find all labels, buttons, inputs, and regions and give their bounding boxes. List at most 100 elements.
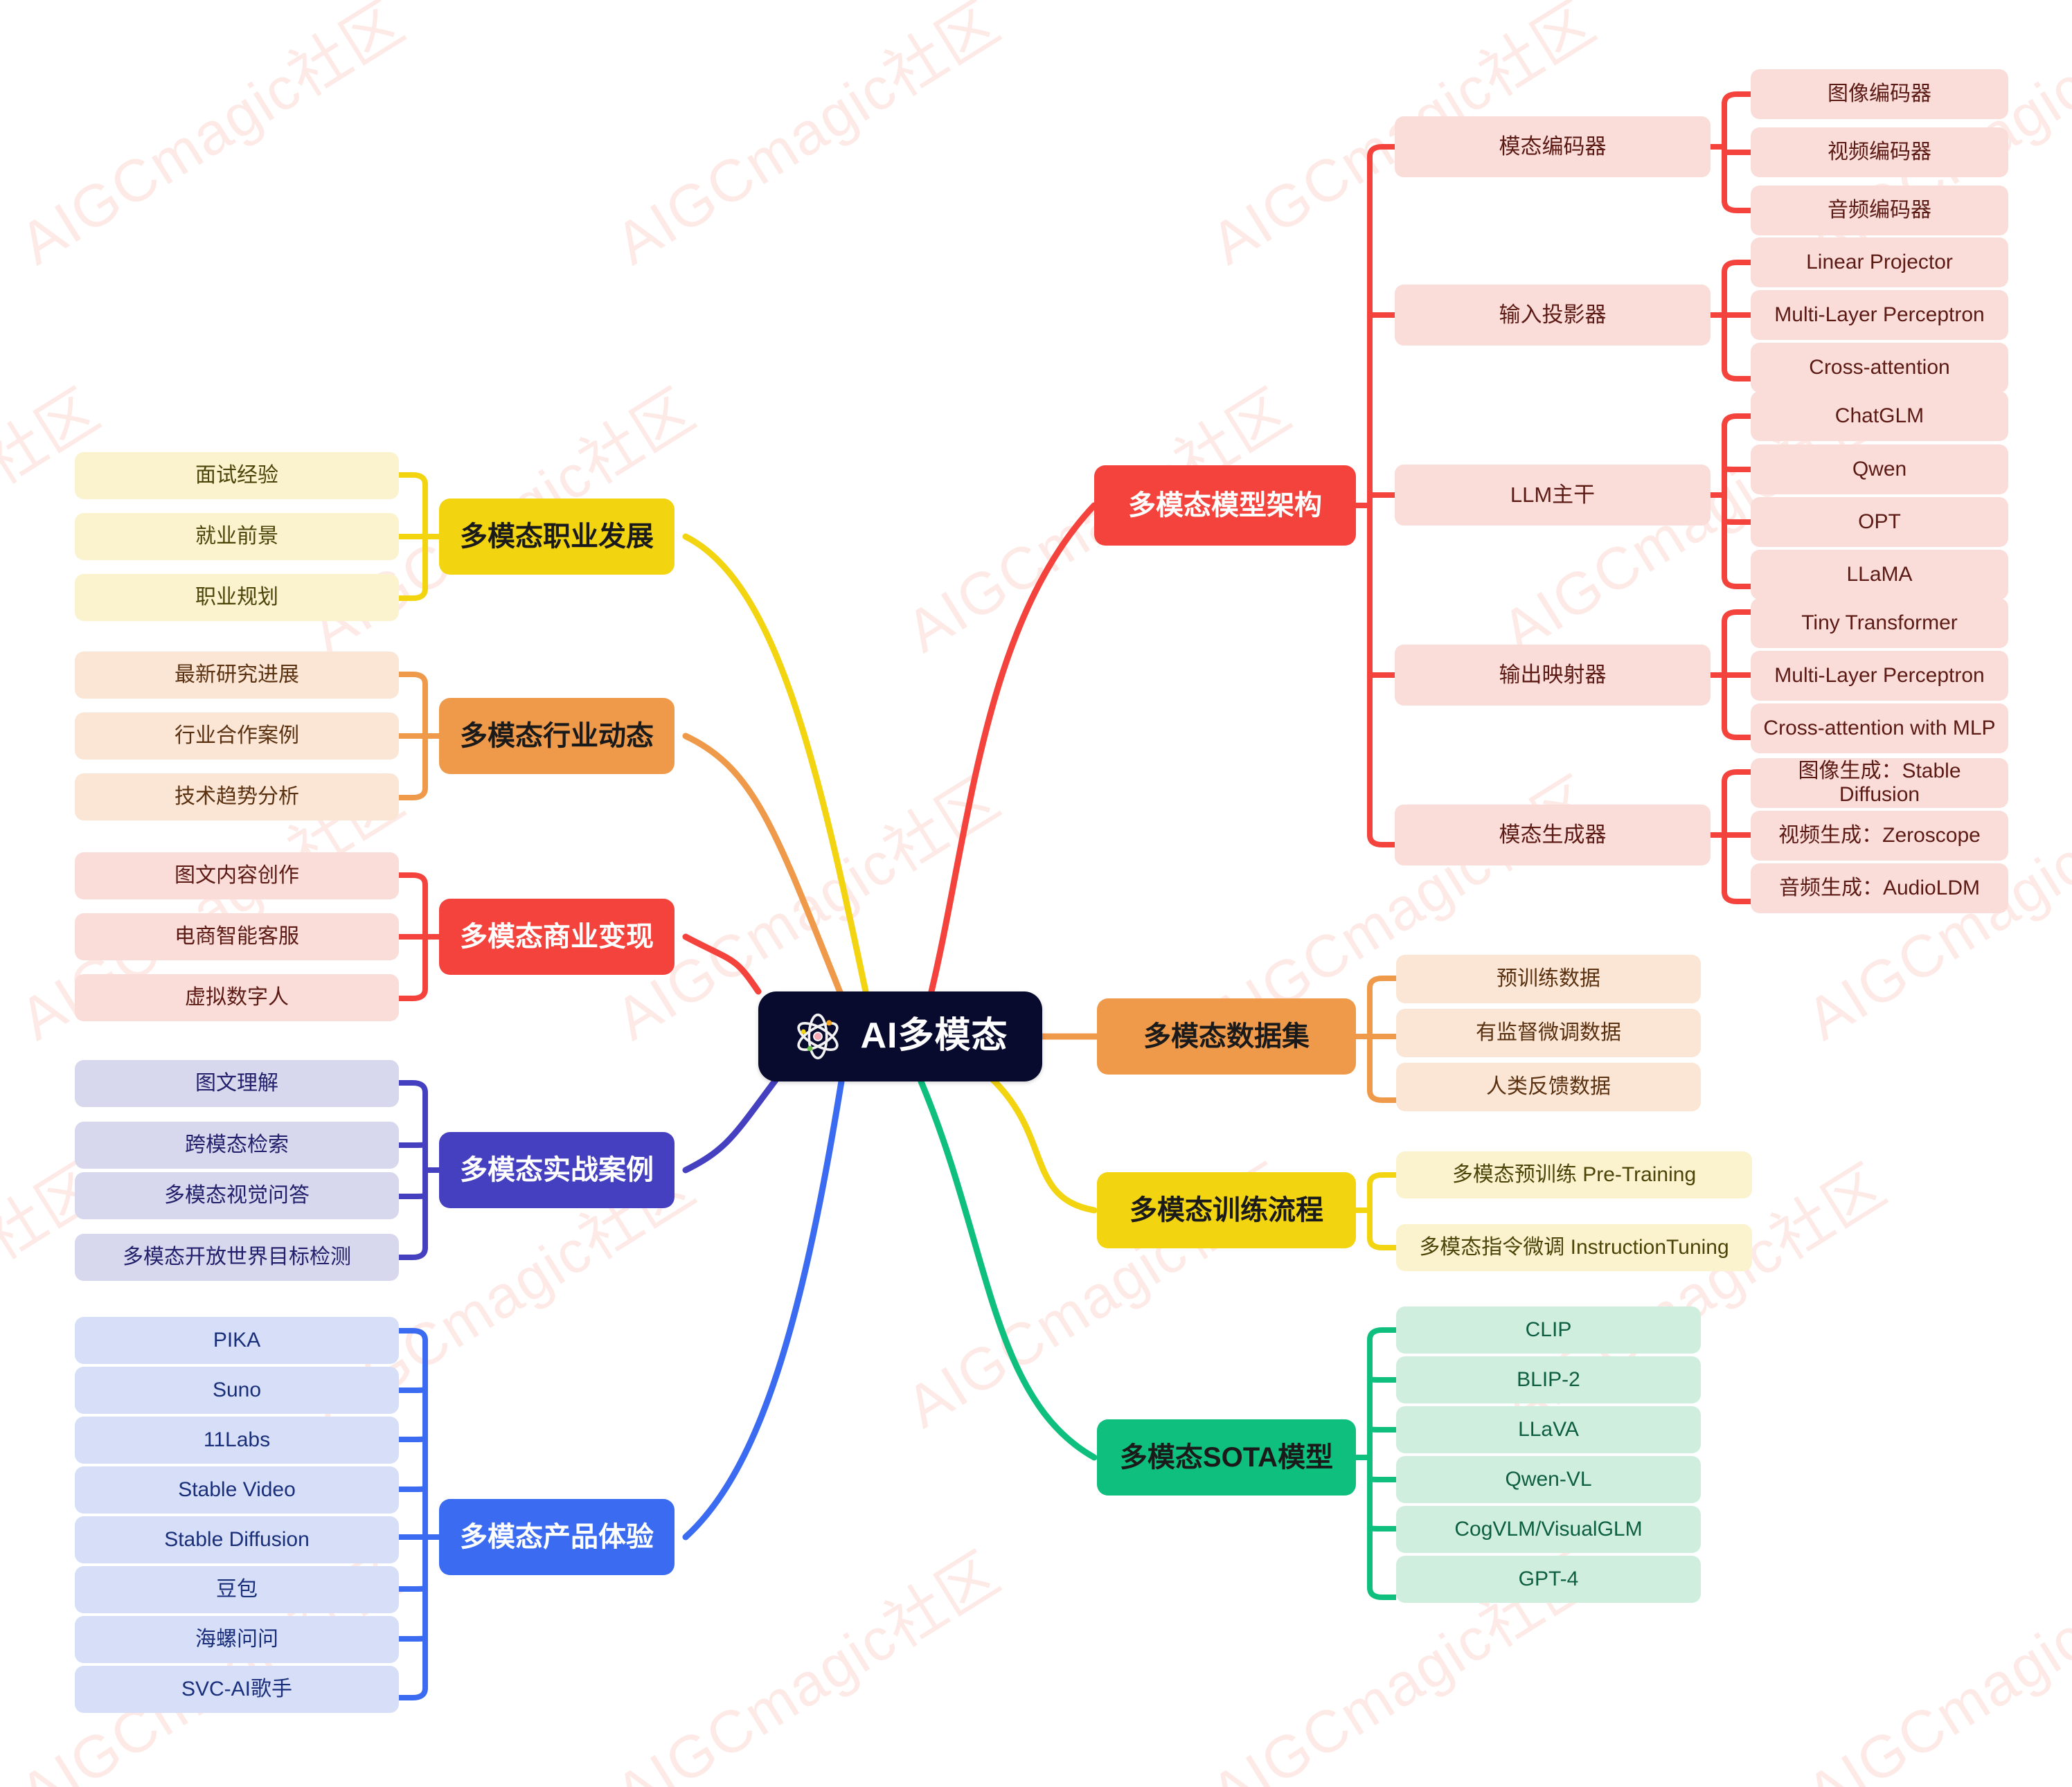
leaf-label: 音频生成：AudioLDM (1778, 876, 1981, 899)
leaf-label: 图像生成：Stable Diffusion (1798, 759, 1961, 807)
leaf-node[interactable]: 豆包 (75, 1566, 399, 1613)
branch-node-practical-cases[interactable]: 多模态实战案例 (439, 1132, 675, 1208)
watermark-text: AIGCmagic社区 (8, 0, 416, 278)
leaf-node[interactable]: 图文内容创作 (75, 852, 399, 899)
leaf-node[interactable]: 有监督微调数据 (1396, 1009, 1701, 1057)
leaf-node[interactable]: 视频编码器 (1751, 127, 2008, 177)
leaf-label: 职业规划 (195, 585, 278, 609)
leaf-node[interactable]: SVC-AI歌手 (75, 1666, 399, 1713)
leaf-node[interactable]: 音频生成：AudioLDM (1751, 863, 2008, 913)
sub-node-modality-encoder[interactable]: 模态编码器 (1395, 116, 1711, 177)
leaf-node[interactable]: Qwen-VL (1396, 1456, 1701, 1503)
branch-label: 多模态行业动态 (460, 721, 654, 751)
leaf-node[interactable]: 面试经验 (75, 452, 399, 499)
leaf-label: Tiny Transformer (1801, 611, 1958, 634)
leaf-label: LLaVA (1518, 1417, 1579, 1441)
leaf-label: 音频编码器 (1828, 198, 1931, 222)
leaf-node[interactable]: 多模态开放世界目标检测 (75, 1234, 399, 1281)
leaf-node[interactable]: 图文理解 (75, 1060, 399, 1107)
leaf-node[interactable]: GPT-4 (1396, 1556, 1701, 1603)
leaf-label: 多模态预训练 Pre-Training (1452, 1162, 1697, 1186)
leaf-label: LLaMA (1846, 562, 1913, 586)
leaf-label: 就业前景 (195, 524, 278, 548)
leaf-label: CogVLM/VisualGLM (1454, 1517, 1643, 1541)
leaf-label: 预训练数据 (1497, 967, 1600, 990)
watermark-text: AIGCmagic社区 (1795, 1539, 2072, 1787)
leaf-node[interactable]: 海螺问问 (75, 1616, 399, 1663)
sub-node-output-projector[interactable]: 输出映射器 (1395, 645, 1711, 706)
leaf-node[interactable]: CLIP (1396, 1306, 1701, 1354)
branch-label: 多模态商业变现 (460, 922, 654, 952)
leaf-label: ChatGLM (1834, 404, 1924, 427)
leaf-label: GPT-4 (1518, 1567, 1579, 1590)
leaf-node[interactable]: 技术趋势分析 (75, 773, 399, 820)
leaf-node[interactable]: Multi-Layer Perceptron (1751, 290, 2008, 340)
leaf-node[interactable]: 视频生成：Zeroscope (1751, 811, 2008, 861)
leaf-label: Multi-Layer Perceptron (1774, 303, 1985, 326)
leaf-node[interactable]: 图像生成：Stable Diffusion (1751, 758, 2008, 808)
leaf-node[interactable]: 电商智能客服 (75, 913, 399, 960)
sub-node-label: 输出映射器 (1499, 663, 1607, 688)
sub-node-llm-backbone[interactable]: LLM主干 (1395, 465, 1711, 526)
branch-node-career-development[interactable]: 多模态职业发展 (439, 499, 675, 575)
leaf-node[interactable]: LLaVA (1396, 1406, 1701, 1453)
leaf-node[interactable]: Stable Diffusion (75, 1516, 399, 1563)
leaf-label: 豆包 (216, 1577, 258, 1601)
sub-node-input-projector[interactable]: 输入投影器 (1395, 285, 1711, 345)
leaf-label: 图文理解 (195, 1071, 278, 1095)
leaf-node[interactable]: 跨模态检索 (75, 1122, 399, 1169)
leaf-node[interactable]: OPT (1751, 497, 2008, 547)
leaf-node[interactable]: BLIP-2 (1396, 1356, 1701, 1403)
branch-node-product-experience[interactable]: 多模态产品体验 (439, 1499, 675, 1575)
leaf-node[interactable]: 图像编码器 (1751, 69, 2008, 119)
branch-label: 多模态模型架构 (1128, 490, 1322, 521)
branch-node-model-architecture[interactable]: 多模态模型架构 (1094, 465, 1356, 546)
sub-node-label: 模态生成器 (1499, 823, 1607, 847)
leaf-label: 人类反馈数据 (1486, 1075, 1611, 1098)
leaf-node[interactable]: 11Labs (75, 1417, 399, 1464)
leaf-node[interactable]: 多模态视觉问答 (75, 1172, 399, 1219)
leaf-node[interactable]: Multi-Layer Perceptron (1751, 651, 2008, 701)
leaf-node[interactable]: 音频编码器 (1751, 186, 2008, 235)
leaf-node[interactable]: Tiny Transformer (1751, 598, 2008, 648)
leaf-label: Multi-Layer Perceptron (1774, 663, 1985, 687)
leaf-label: 最新研究进展 (175, 663, 299, 686)
leaf-node[interactable]: 就业前景 (75, 513, 399, 560)
leaf-node[interactable]: 最新研究进展 (75, 652, 399, 699)
leaf-label: 图文内容创作 (175, 863, 299, 887)
sub-node-modality-generator[interactable]: 模态生成器 (1395, 805, 1711, 865)
branch-label: 多模态训练流程 (1129, 1195, 1323, 1225)
branch-node-sota-models[interactable]: 多模态SOTA模型 (1097, 1419, 1356, 1496)
leaf-node[interactable]: Linear Projector (1751, 237, 2008, 287)
leaf-label: OPT (1858, 510, 1901, 533)
leaf-node[interactable]: Qwen (1751, 444, 2008, 494)
branch-node-datasets[interactable]: 多模态数据集 (1097, 998, 1356, 1075)
root-label: AI多模态 (860, 1016, 1008, 1057)
leaf-label: 技术趋势分析 (175, 784, 299, 808)
branch-node-training-pipeline[interactable]: 多模态训练流程 (1097, 1172, 1356, 1248)
leaf-node[interactable]: Stable Video (75, 1466, 399, 1514)
leaf-node[interactable]: 人类反馈数据 (1396, 1063, 1701, 1111)
root-node[interactable]: AI多模态 (758, 991, 1042, 1081)
sub-node-label: LLM主干 (1510, 483, 1596, 508)
sub-node-label: 模态编码器 (1499, 134, 1607, 159)
leaf-label: 虚拟数字人 (185, 985, 289, 1009)
leaf-node[interactable]: LLaMA (1751, 550, 2008, 600)
leaf-node[interactable]: ChatGLM (1751, 391, 2008, 441)
leaf-node[interactable]: CogVLM/VisualGLM (1396, 1506, 1701, 1553)
branch-label: 多模态实战案例 (460, 1155, 654, 1185)
leaf-node[interactable]: 多模态指令微调 InstructionTuning (1396, 1224, 1752, 1271)
leaf-node[interactable]: 预训练数据 (1396, 955, 1701, 1003)
leaf-node[interactable]: Cross-attention (1751, 343, 2008, 393)
leaf-node[interactable]: PIKA (75, 1317, 399, 1364)
leaf-node[interactable]: 职业规划 (75, 574, 399, 621)
leaf-label: 视频生成：Zeroscope (1778, 823, 1981, 847)
branch-node-industry-trends[interactable]: 多模态行业动态 (439, 698, 675, 774)
leaf-node[interactable]: 多模态预训练 Pre-Training (1396, 1151, 1752, 1198)
leaf-node[interactable]: 行业合作案例 (75, 712, 399, 760)
leaf-node[interactable]: 虚拟数字人 (75, 974, 399, 1021)
leaf-node[interactable]: Suno (75, 1367, 399, 1414)
leaf-label: Linear Projector (1806, 250, 1953, 273)
branch-node-commercialization[interactable]: 多模态商业变现 (439, 899, 675, 975)
leaf-node[interactable]: Cross-attention with MLP (1751, 703, 2008, 753)
